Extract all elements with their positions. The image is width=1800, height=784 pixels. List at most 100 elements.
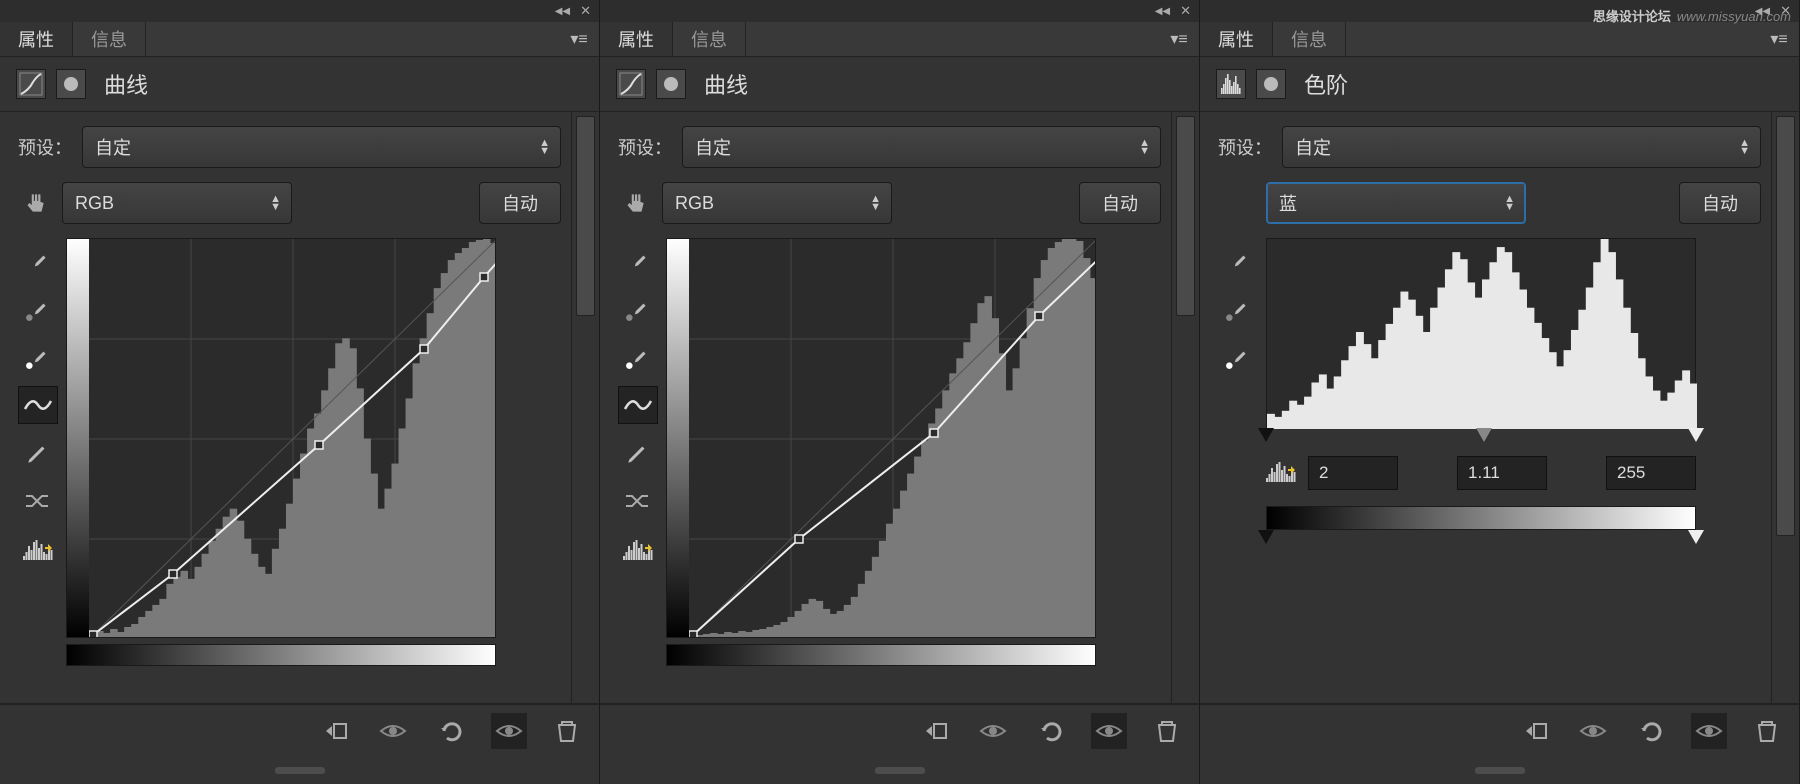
curves-graph[interactable]: [666, 238, 1096, 638]
collapse-icon[interactable]: ◀◀: [1155, 6, 1170, 17]
histogram-warn-icon[interactable]: [18, 530, 58, 568]
black-input[interactable]: 2: [1308, 456, 1398, 490]
eyedropper-gray-icon[interactable]: [1218, 290, 1258, 328]
curve-pencil-icon[interactable]: [618, 434, 658, 472]
tab-info[interactable]: 信息: [673, 22, 746, 56]
preset-select-value: 自定: [95, 134, 131, 160]
scrollbar[interactable]: [1171, 112, 1199, 703]
eyedropper-black-icon[interactable]: [18, 242, 58, 280]
close-icon[interactable]: ✕: [1180, 3, 1191, 19]
view-prev-icon[interactable]: [1091, 713, 1127, 749]
tools-column: [618, 238, 658, 638]
tabs-bar: 属性信息 ▾≡: [1200, 22, 1799, 57]
shuffle-icon[interactable]: [618, 482, 658, 520]
panel-menu-icon[interactable]: ▾≡: [1759, 22, 1799, 56]
output-white-slider[interactable]: [1688, 530, 1704, 544]
tab-info[interactable]: 信息: [1273, 22, 1346, 56]
clip-icon[interactable]: [917, 713, 953, 749]
histogram-warn-icon[interactable]: [1266, 460, 1296, 487]
panel-menu-icon[interactable]: ▾≡: [559, 22, 599, 56]
white-point-slider[interactable]: [1688, 428, 1704, 442]
panel-topbar: ◀◀ ✕: [0, 0, 599, 22]
preset-select[interactable]: 自定▲▼: [682, 126, 1161, 168]
resize-handle[interactable]: [1200, 756, 1799, 784]
tab-properties[interactable]: 属性: [1200, 22, 1273, 56]
panel-topbar: ◀◀ ✕: [600, 0, 1199, 22]
tab-info[interactable]: 信息: [73, 22, 146, 56]
eyedropper-black-icon[interactable]: [1218, 242, 1258, 280]
mid-point-slider[interactable]: [1476, 428, 1492, 442]
channel-select[interactable]: 蓝▲▼: [1266, 182, 1526, 224]
reset-icon[interactable]: [1033, 713, 1069, 749]
preset-label: 预设：: [618, 134, 672, 160]
channel-select[interactable]: RGB▲▼: [662, 182, 892, 224]
adjustment-title: 色阶: [1304, 68, 1348, 100]
preset-select[interactable]: 自定▲▼: [82, 126, 561, 168]
channel-select-value: RGB: [75, 193, 114, 214]
trash-icon[interactable]: [1749, 713, 1785, 749]
white-input[interactable]: 255: [1606, 456, 1696, 490]
eyedropper-white-icon[interactable]: [618, 338, 658, 376]
content-area: 预设：自定▲▼RGB▲▼自动: [0, 112, 599, 704]
eyedropper-gray-icon[interactable]: [618, 290, 658, 328]
trash-icon[interactable]: [549, 713, 585, 749]
scrollbar[interactable]: [571, 112, 599, 703]
layer-mask-icon[interactable]: [1256, 69, 1286, 99]
output-ramp-vertical: [67, 239, 89, 637]
levels-adjustment-icon[interactable]: [1216, 69, 1246, 99]
level-inputs-row: 2 1.11 255: [1266, 456, 1696, 490]
resize-handle[interactable]: [600, 756, 1199, 784]
reset-icon[interactable]: [433, 713, 469, 749]
gamma-input[interactable]: 1.11: [1457, 456, 1547, 490]
view-prev-icon[interactable]: [491, 713, 527, 749]
eyedropper-white-icon[interactable]: [1218, 338, 1258, 376]
panel-footer: [1200, 704, 1799, 756]
curves-graph[interactable]: [66, 238, 496, 638]
resize-handle[interactable]: [0, 756, 599, 784]
eyedropper-black-icon[interactable]: [618, 242, 658, 280]
input-ramp-horizontal: [666, 644, 1096, 666]
layer-mask-icon[interactable]: [56, 69, 86, 99]
curve-smooth-icon[interactable]: [18, 386, 58, 424]
curves-adjustment-icon[interactable]: [16, 69, 46, 99]
close-icon[interactable]: ✕: [580, 3, 591, 19]
levels-histogram[interactable]: [1266, 238, 1696, 428]
auto-button[interactable]: 自动: [1679, 182, 1761, 224]
view-prev-icon[interactable]: [1691, 713, 1727, 749]
layer-mask-icon[interactable]: [656, 69, 686, 99]
clip-icon[interactable]: [317, 713, 353, 749]
black-point-slider[interactable]: [1258, 428, 1274, 442]
curve-smooth-icon[interactable]: [618, 386, 658, 424]
panel-footer: [600, 704, 1199, 756]
tools-column: [18, 238, 58, 638]
visibility-icon[interactable]: [975, 713, 1011, 749]
auto-button[interactable]: 自动: [479, 182, 561, 224]
channel-select[interactable]: RGB▲▼: [62, 182, 292, 224]
output-black-slider[interactable]: [1258, 530, 1274, 544]
clip-icon[interactable]: [1517, 713, 1553, 749]
auto-button[interactable]: 自动: [1079, 182, 1161, 224]
channel-select-value: 蓝: [1279, 190, 1297, 216]
collapse-icon[interactable]: ◀◀: [555, 6, 570, 17]
eyedropper-gray-icon[interactable]: [18, 290, 58, 328]
output-ramp-vertical: [667, 239, 689, 637]
trash-icon[interactable]: [1149, 713, 1185, 749]
targeted-adjust-icon[interactable]: [618, 186, 652, 220]
histogram-warn-icon[interactable]: [618, 530, 658, 568]
preset-select[interactable]: 自定▲▼: [1282, 126, 1761, 168]
output-sliders: [1266, 530, 1696, 550]
visibility-icon[interactable]: [375, 713, 411, 749]
shuffle-icon[interactable]: [18, 482, 58, 520]
reset-icon[interactable]: [1633, 713, 1669, 749]
visibility-icon[interactable]: [1575, 713, 1611, 749]
eyedropper-white-icon[interactable]: [18, 338, 58, 376]
tab-properties[interactable]: 属性: [0, 22, 73, 56]
histogram: [689, 239, 1095, 637]
scrollbar[interactable]: [1771, 112, 1799, 703]
tabs-bar: 属性信息 ▾≡: [0, 22, 599, 57]
curves-adjustment-icon[interactable]: [616, 69, 646, 99]
panel-menu-icon[interactable]: ▾≡: [1159, 22, 1199, 56]
targeted-adjust-icon[interactable]: [18, 186, 52, 220]
curve-pencil-icon[interactable]: [18, 434, 58, 472]
tab-properties[interactable]: 属性: [600, 22, 673, 56]
